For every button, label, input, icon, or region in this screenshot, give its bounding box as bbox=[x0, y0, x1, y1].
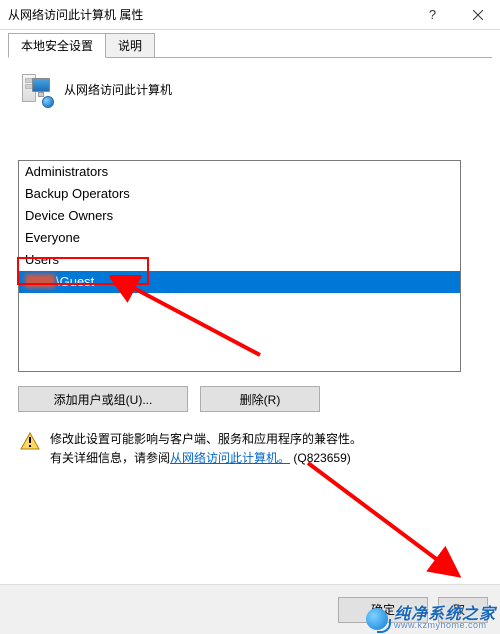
warning-line: 修改此设置可能影响与客户端、服务和应用程序的兼容性。 bbox=[50, 432, 362, 446]
warning-icon bbox=[20, 430, 40, 468]
list-item[interactable]: Users bbox=[19, 249, 460, 271]
button-label: 添加用户或组(U)... bbox=[54, 391, 153, 408]
policy-header: 从网络访问此计算机 bbox=[18, 72, 482, 106]
policy-name: 从网络访问此计算机 bbox=[64, 81, 172, 98]
help-button[interactable]: ? bbox=[410, 0, 455, 30]
titlebar: 从网络访问此计算机 属性 ? bbox=[0, 0, 500, 30]
warning-line: 有关详细信息，请参阅 bbox=[50, 451, 170, 465]
list-item-selected[interactable]: \Guest bbox=[19, 271, 460, 293]
computer-network-icon bbox=[18, 72, 52, 106]
watermark-text-en: www.kzmyhome.com bbox=[394, 621, 496, 630]
list-buttons: 添加用户或组(U)... 删除(R) bbox=[18, 386, 482, 412]
list-item[interactable]: Device Owners bbox=[19, 205, 460, 227]
warning-kb: (Q823659) bbox=[290, 451, 351, 465]
tabstrip: 本地安全设置 说明 bbox=[0, 30, 500, 58]
tab-content: 从网络访问此计算机 Administrators Backup Operator… bbox=[0, 58, 500, 478]
tab-local-security[interactable]: 本地安全设置 bbox=[8, 33, 106, 58]
list-item-label: \Guest bbox=[56, 274, 94, 289]
watermark: 纯净系统之家 www.kzmyhome.com bbox=[366, 607, 496, 630]
warning-link[interactable]: 从网络访问此计算机。 bbox=[170, 451, 290, 465]
help-icon: ? bbox=[429, 7, 436, 22]
watermark-logo-icon bbox=[366, 608, 388, 630]
tab-label: 本地安全设置 bbox=[21, 39, 93, 53]
button-label: 删除(R) bbox=[240, 391, 281, 408]
close-button[interactable] bbox=[455, 0, 500, 30]
remove-button[interactable]: 删除(R) bbox=[200, 386, 320, 412]
warning-text: 修改此设置可能影响与客户端、服务和应用程序的兼容性。 有关详细信息，请参阅从网络… bbox=[50, 430, 362, 468]
list-item[interactable]: Administrators bbox=[19, 161, 460, 183]
tab-label: 说明 bbox=[118, 39, 142, 53]
close-icon bbox=[473, 10, 483, 20]
redacted-domain bbox=[25, 274, 55, 288]
warning-block: 修改此设置可能影响与客户端、服务和应用程序的兼容性。 有关详细信息，请参阅从网络… bbox=[18, 430, 482, 468]
list-item[interactable]: Backup Operators bbox=[19, 183, 460, 205]
add-user-button[interactable]: 添加用户或组(U)... bbox=[18, 386, 188, 412]
list-item[interactable]: Everyone bbox=[19, 227, 460, 249]
window-title: 从网络访问此计算机 属性 bbox=[8, 6, 410, 23]
user-group-list[interactable]: Administrators Backup Operators Device O… bbox=[18, 160, 461, 372]
tab-explain[interactable]: 说明 bbox=[106, 33, 155, 58]
